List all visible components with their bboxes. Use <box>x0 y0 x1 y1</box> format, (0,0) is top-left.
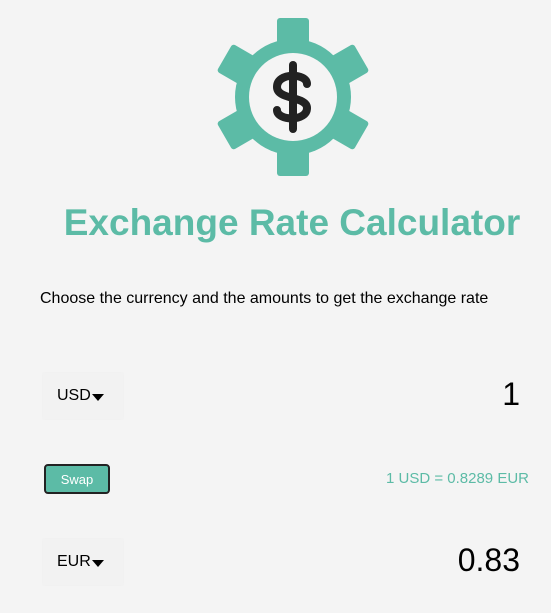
amount-one-input[interactable] <box>320 376 520 413</box>
exchange-rate-text: 1 USD = 0.8289 EUR <box>386 470 529 487</box>
currency-two-select[interactable]: EUR <box>43 539 123 585</box>
chevron-down-icon <box>91 559 104 567</box>
amount-two-input[interactable] <box>320 542 520 579</box>
exchange-rate-page: Exchange Rate Calculator Choose the curr… <box>0 0 551 613</box>
currency-one-code: USD <box>57 387 91 404</box>
currency-one-select[interactable]: USD <box>43 373 123 419</box>
gear-dollar-icon <box>217 18 369 176</box>
page-title: Exchange Rate Calculator <box>63 202 521 243</box>
swap-button[interactable]: Swap <box>44 464 110 494</box>
chevron-down-icon <box>91 393 104 401</box>
currency-two-code: EUR <box>57 553 91 570</box>
instructions-text: Choose the currency and the amounts to g… <box>40 290 489 307</box>
